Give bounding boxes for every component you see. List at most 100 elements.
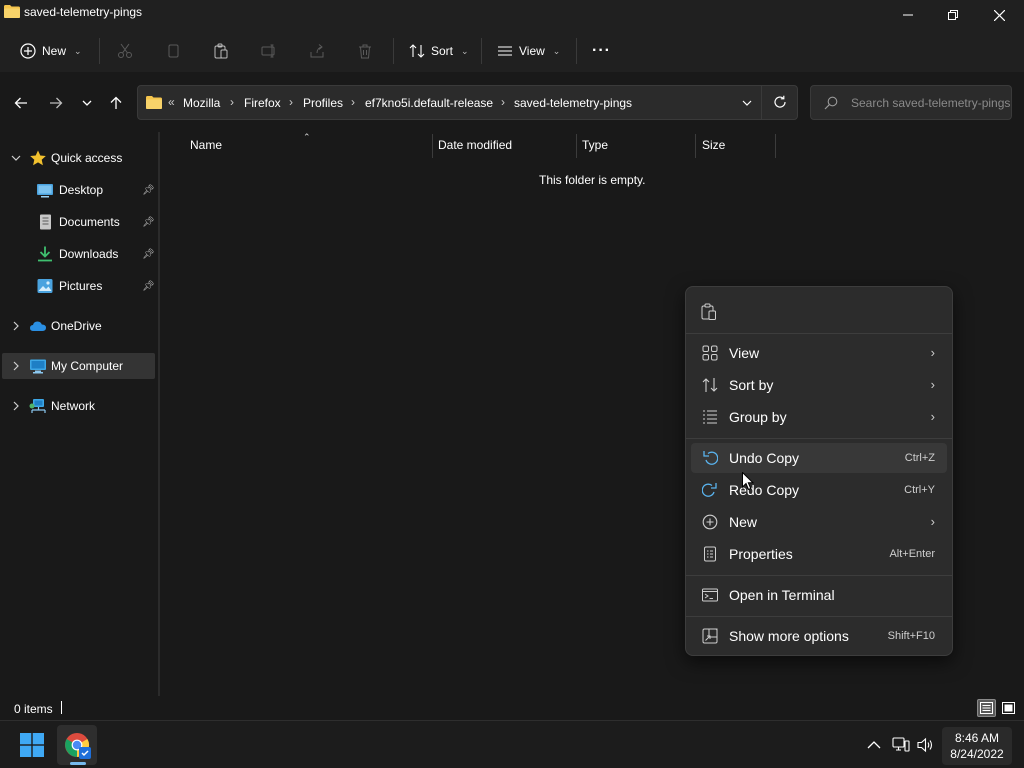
column-header-date-modified[interactable]: Date modified <box>438 138 512 152</box>
sidebar-item-downloads[interactable]: Downloads 📌︎ <box>2 241 155 267</box>
chevron-down-icon: ⌄ <box>74 45 82 56</box>
details-view-icon <box>980 702 993 714</box>
menu-item-sort-by[interactable]: Sort by › <box>691 370 947 400</box>
breadcrumb-mozilla[interactable]: Mozilla <box>183 96 220 110</box>
clock-date: 8/24/2022 <box>950 747 1004 761</box>
large-icons-view-button[interactable] <box>999 699 1018 717</box>
sidebar-item-quick-access[interactable]: Quick access <box>2 145 155 171</box>
divider <box>481 38 482 64</box>
up-button[interactable] <box>105 94 127 112</box>
windows-logo-icon <box>20 733 44 757</box>
chevron-right-icon[interactable]: › <box>289 95 293 109</box>
network-status-button[interactable] <box>891 735 911 755</box>
menu-item-undo-copy[interactable]: Undo Copy Ctrl+Z <box>691 443 947 473</box>
item-count: 0 items <box>14 702 53 716</box>
details-view-button[interactable] <box>977 699 996 717</box>
new-button[interactable]: New ⌄ <box>20 38 82 64</box>
menu-item-show-more-options[interactable]: Show more options Shift+F10 <box>691 621 947 651</box>
chevron-right-icon[interactable] <box>12 321 20 331</box>
more-options-button[interactable]: ··· <box>592 38 611 64</box>
menu-item-new[interactable]: New › <box>691 507 947 537</box>
show-hidden-icons-button[interactable] <box>864 735 884 755</box>
menu-item-label: Group by <box>729 409 787 425</box>
column-header-name[interactable]: Name <box>190 138 222 152</box>
sidebar-item-network[interactable]: Network <box>2 393 155 419</box>
minimize-button[interactable] <box>885 0 931 30</box>
column-divider[interactable] <box>576 134 577 158</box>
recent-locations-button[interactable] <box>76 94 98 112</box>
rename-button[interactable] <box>261 38 277 64</box>
copy-button[interactable] <box>165 38 181 64</box>
menu-item-redo-copy[interactable]: Redo Copy Ctrl+Y <box>691 475 947 505</box>
refresh-icon[interactable] <box>773 95 787 109</box>
chevron-right-icon[interactable] <box>12 361 20 371</box>
column-divider[interactable] <box>432 134 433 158</box>
sort-button[interactable]: Sort ⌄ <box>409 38 469 64</box>
paste-button[interactable] <box>213 38 229 64</box>
status-divider <box>61 701 62 714</box>
view-button[interactable]: View ⌄ <box>497 38 560 64</box>
restore-button[interactable] <box>930 0 976 30</box>
forward-button[interactable] <box>45 94 67 112</box>
clock-time: 8:46 AM <box>954 731 1000 745</box>
large-icons-view-icon <box>1002 702 1015 714</box>
show-more-icon <box>702 628 718 644</box>
back-button[interactable] <box>10 94 32 112</box>
folder-icon <box>4 5 20 18</box>
chevron-right-icon[interactable] <box>12 401 20 411</box>
download-icon <box>38 246 52 262</box>
chevron-down-icon[interactable] <box>742 99 752 107</box>
column-header-size[interactable]: Size <box>702 138 725 152</box>
sidebar-item-desktop[interactable]: Desktop 📌︎ <box>2 177 155 203</box>
chevron-right-icon: › <box>930 345 935 360</box>
breadcrumb-current-folder[interactable]: saved-telemetry-pings <box>514 96 632 110</box>
chevron-right-icon[interactable]: › <box>230 95 234 109</box>
close-button[interactable] <box>976 0 1022 30</box>
paste-icon[interactable] <box>700 303 718 321</box>
taskbar-app-browser[interactable] <box>57 725 97 765</box>
breadcrumb-profile-folder[interactable]: ef7kno5i.default-release <box>365 96 493 110</box>
menu-item-label: Sort by <box>729 377 774 393</box>
context-menu: View › Sort by › Group by › Undo Copy Ct… <box>685 286 953 656</box>
address-bar[interactable]: « Mozilla › Firefox › Profiles › ef7kno5… <box>137 85 798 120</box>
menu-item-label: New <box>729 514 758 530</box>
chevron-right-icon[interactable]: › <box>351 95 355 109</box>
clock[interactable]: 8:46 AM 8/24/2022 <box>942 727 1012 765</box>
menu-item-group-by[interactable]: Group by › <box>691 402 947 432</box>
column-divider[interactable] <box>695 134 696 158</box>
sidebar-item-my-computer[interactable]: My Computer <box>2 353 155 379</box>
overflow-icon[interactable]: « <box>168 95 175 109</box>
restore-icon <box>948 10 958 20</box>
breadcrumb-profiles[interactable]: Profiles <box>303 96 343 110</box>
sidebar-item-onedrive[interactable]: OneDrive <box>2 313 155 339</box>
menu-item-open-in-terminal[interactable]: Open in Terminal <box>691 580 947 610</box>
more-icon: ··· <box>592 42 611 59</box>
menu-separator <box>686 438 952 439</box>
chevron-right-icon: › <box>930 409 935 424</box>
chevron-down-icon[interactable] <box>11 154 21 162</box>
command-bar: New ⌄ Sort ⌄ View ⌄ ··· <box>0 30 1024 72</box>
delete-button[interactable] <box>357 38 373 64</box>
sidebar-item-documents[interactable]: Documents 📌︎ <box>2 209 155 235</box>
grid-icon <box>702 345 718 361</box>
chevron-right-icon: › <box>930 377 935 392</box>
menu-item-view[interactable]: View › <box>691 338 947 368</box>
menu-item-properties[interactable]: Properties Alt+Enter <box>691 539 947 569</box>
search-input[interactable]: Search saved-telemetry-pings <box>810 85 1012 120</box>
column-divider[interactable] <box>775 134 776 158</box>
cut-button[interactable] <box>117 38 133 64</box>
sidebar-item-pictures[interactable]: Pictures 📌︎ <box>2 273 155 299</box>
overlay-badge-icon <box>79 747 91 759</box>
menu-item-label: Show more options <box>729 628 849 644</box>
breadcrumb-firefox[interactable]: Firefox <box>244 96 281 110</box>
pin-icon: 📌︎ <box>142 216 155 228</box>
volume-button[interactable] <box>916 735 936 755</box>
column-header-type[interactable]: Type <box>582 138 608 152</box>
status-bar: 0 items <box>0 696 1024 720</box>
chevron-right-icon[interactable]: › <box>501 95 505 109</box>
copy-icon <box>168 44 179 58</box>
start-button[interactable] <box>12 725 52 765</box>
share-button[interactable] <box>309 38 325 64</box>
menu-item-shortcut: Ctrl+Y <box>904 484 935 496</box>
undo-icon <box>703 451 718 465</box>
